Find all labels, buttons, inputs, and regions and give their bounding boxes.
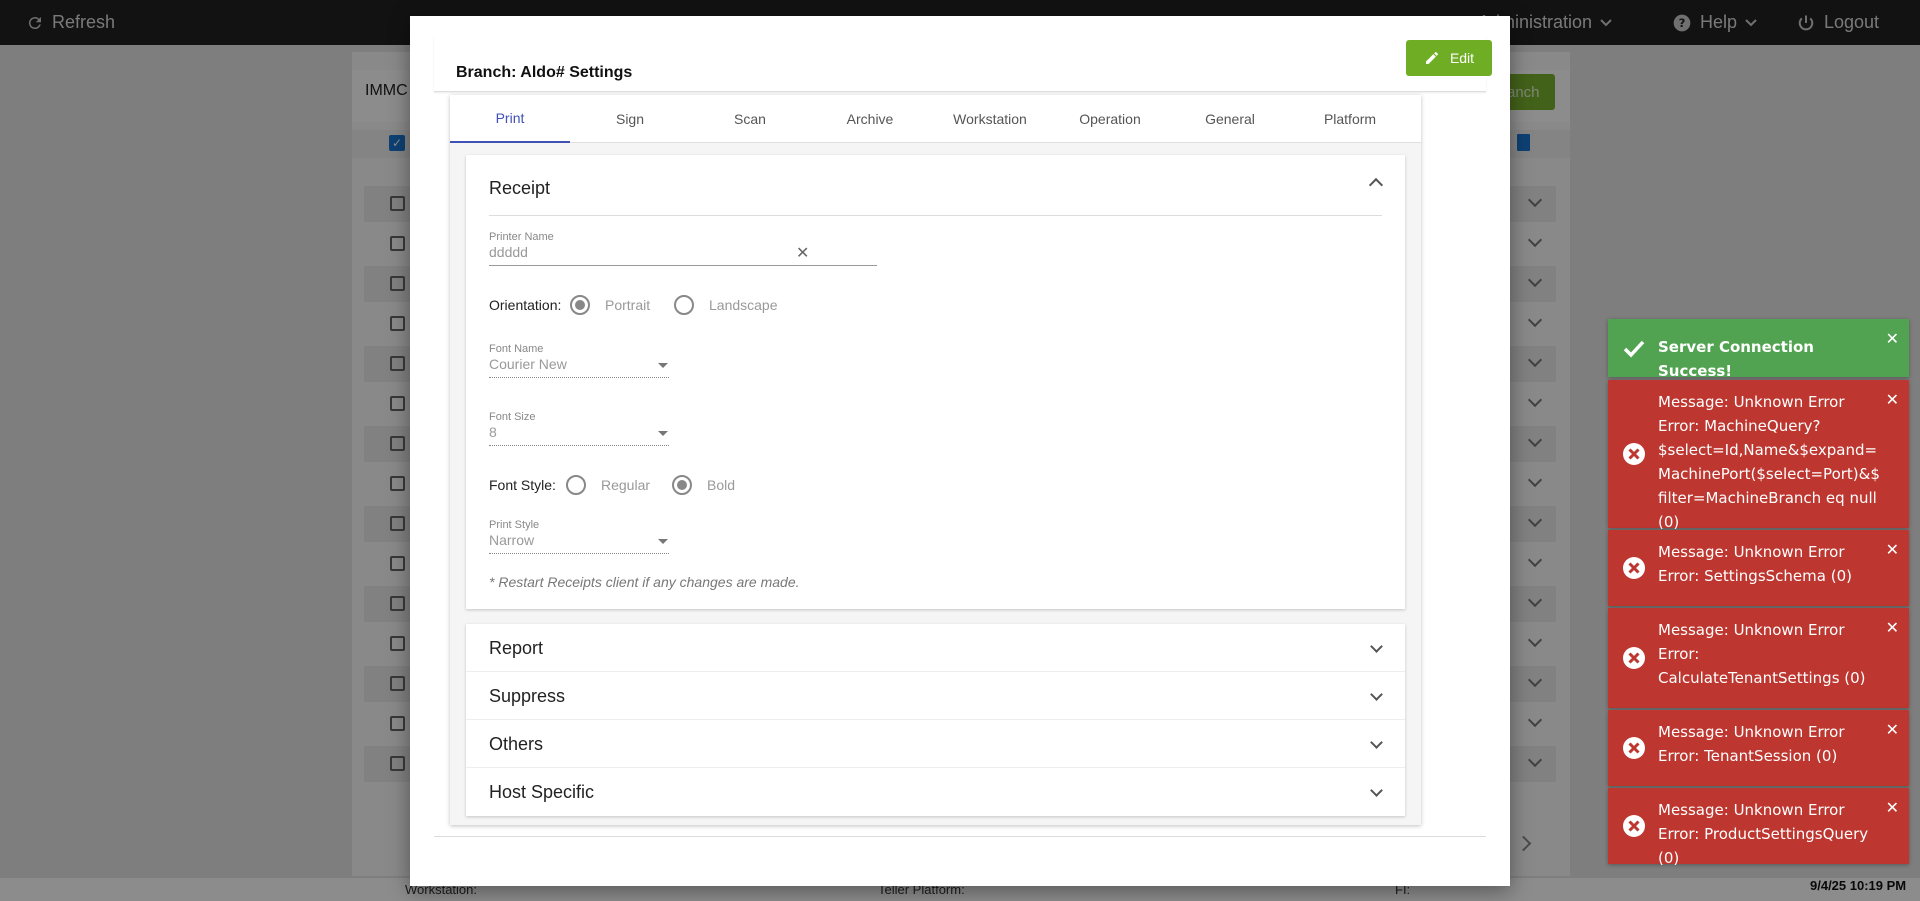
tab-scan[interactable]: Scan xyxy=(690,95,810,143)
toast-message: Message: Unknown Error Error: MachineQue… xyxy=(1658,393,1880,531)
modal-footer-divider xyxy=(434,836,1486,837)
section-label: Suppress xyxy=(489,686,566,706)
chevron-up-icon[interactable] xyxy=(1368,177,1384,193)
print-style-select[interactable]: Narrow xyxy=(489,532,534,548)
restart-note: * Restart Receipts client if any changes… xyxy=(489,574,800,590)
pencil-icon xyxy=(1425,52,1438,64)
error-icon xyxy=(1623,647,1645,669)
section-others[interactable]: Others xyxy=(466,720,1405,768)
close-icon[interactable]: ✕ xyxy=(1886,616,1899,640)
chevron-down-icon xyxy=(1370,640,1383,653)
modal-title: Branch: Aldo# Settings xyxy=(456,64,633,81)
error-toast[interactable]: ✕ Message: Unknown Error Error: Calculate… xyxy=(1608,608,1909,708)
font-style-regular-radio[interactable] xyxy=(566,475,586,495)
font-name-select[interactable]: Courier New xyxy=(489,356,567,372)
receipt-divider xyxy=(489,215,1382,216)
error-icon xyxy=(1623,737,1645,759)
orientation-landscape-label: Landscape xyxy=(709,297,778,313)
chevron-down-icon xyxy=(1370,688,1383,701)
tab-archive[interactable]: Archive xyxy=(810,95,930,143)
orientation-portrait-label: Portrait xyxy=(605,297,651,313)
font-name-label: Font Name xyxy=(489,343,544,355)
error-toast[interactable]: ✕ Message: Unknown Error Error: ProductSe… xyxy=(1608,788,1909,867)
print-style-underline xyxy=(489,553,669,554)
font-size-select[interactable]: 8 xyxy=(489,424,497,440)
orientation-label: Orientation: xyxy=(489,297,562,313)
section-label: Report xyxy=(489,638,544,658)
orientation-portrait-radio[interactable] xyxy=(570,295,590,315)
section-suppress[interactable]: Suppress xyxy=(466,672,1405,720)
success-toast[interactable]: ✕ Server Connection Success! xyxy=(1608,319,1909,380)
tab-sign[interactable]: Sign xyxy=(570,95,690,143)
tab-workstation[interactable]: Workstation xyxy=(930,95,1050,143)
font-style-regular-label: Regular xyxy=(601,477,651,493)
settings-card: Print Sign Scan Archive Workstation Operation… xyxy=(450,95,1421,825)
tab-print[interactable]: Print xyxy=(450,95,570,143)
toast-message: Message: Unknown Error Error: SettingsSc… xyxy=(1658,543,1852,585)
dropdown-arrow-icon xyxy=(658,363,668,368)
close-icon[interactable]: ✕ xyxy=(1886,538,1899,562)
section-report[interactable]: Report xyxy=(466,624,1405,672)
printer-name-underline xyxy=(489,265,877,266)
font-style-bold-label: Bold xyxy=(707,477,736,493)
font-size-underline xyxy=(489,445,669,446)
toast-message: Server Connection Success! xyxy=(1658,338,1814,380)
settings-accordion: Report Suppress Others Host Specific xyxy=(466,624,1405,816)
orientation-landscape-radio[interactable] xyxy=(674,295,694,315)
clear-icon[interactable]: ✕ xyxy=(796,243,809,263)
printer-name-input[interactable]: ddddd xyxy=(489,244,528,260)
tab-platform[interactable]: Platform xyxy=(1290,95,1410,143)
font-size-label: Font Size xyxy=(489,411,536,423)
section-label: Others xyxy=(489,734,544,754)
close-icon[interactable]: ✕ xyxy=(1886,388,1899,412)
error-icon xyxy=(1623,815,1645,837)
toast-message: Message: Unknown Error Error: TenantSess… xyxy=(1658,723,1845,765)
section-host-specific[interactable]: Host Specific xyxy=(466,768,1405,816)
dropdown-arrow-icon xyxy=(658,431,668,436)
font-style-label: Font Style: xyxy=(489,477,556,493)
receipt-title: Receipt xyxy=(489,178,551,198)
close-icon[interactable]: ✕ xyxy=(1886,718,1899,742)
error-toast[interactable]: ✕ Message: Unknown Error Error: MachineQu… xyxy=(1608,380,1909,531)
close-icon[interactable]: ✕ xyxy=(1886,327,1899,351)
dropdown-arrow-icon xyxy=(658,539,668,544)
edit-button[interactable]: Edit xyxy=(1406,40,1492,76)
modal-header: Branch: Aldo# Settings Edit xyxy=(434,36,1492,92)
error-toast[interactable]: ✕ Message: Unknown Error Error: TenantSes… xyxy=(1608,710,1909,786)
error-icon xyxy=(1623,557,1645,579)
checkmark-icon xyxy=(1623,340,1645,358)
chevron-down-icon xyxy=(1370,736,1383,749)
tab-operation[interactable]: Operation xyxy=(1050,95,1170,143)
edit-label: Edit xyxy=(1449,50,1475,66)
chevron-down-icon xyxy=(1370,784,1383,797)
toast-message: Message: Unknown Error Error: ProductSet… xyxy=(1658,801,1869,867)
tab-general[interactable]: General xyxy=(1170,95,1290,143)
font-style-bold-radio[interactable] xyxy=(672,475,692,495)
toast-message: Message: Unknown Error Error: CalculateT… xyxy=(1658,621,1866,687)
print-style-label: Print Style xyxy=(489,519,540,531)
settings-tabs: Print Sign Scan Archive Workstation Operation… xyxy=(450,95,1421,143)
close-icon[interactable]: ✕ xyxy=(1886,796,1899,820)
error-icon xyxy=(1623,443,1645,465)
font-name-underline xyxy=(489,377,669,378)
section-label: Host Specific xyxy=(489,782,595,802)
settings-modal: Branch: Aldo# Settings Edit Print Sign Sca… xyxy=(410,16,1510,886)
printer-name-label: Printer Name xyxy=(489,231,554,243)
error-toast[interactable]: ✕ Message: Unknown Error Error: SettingsS… xyxy=(1608,530,1909,606)
receipt-section: Receipt Printer Name ddddd ✕ Orientation… xyxy=(466,155,1405,609)
